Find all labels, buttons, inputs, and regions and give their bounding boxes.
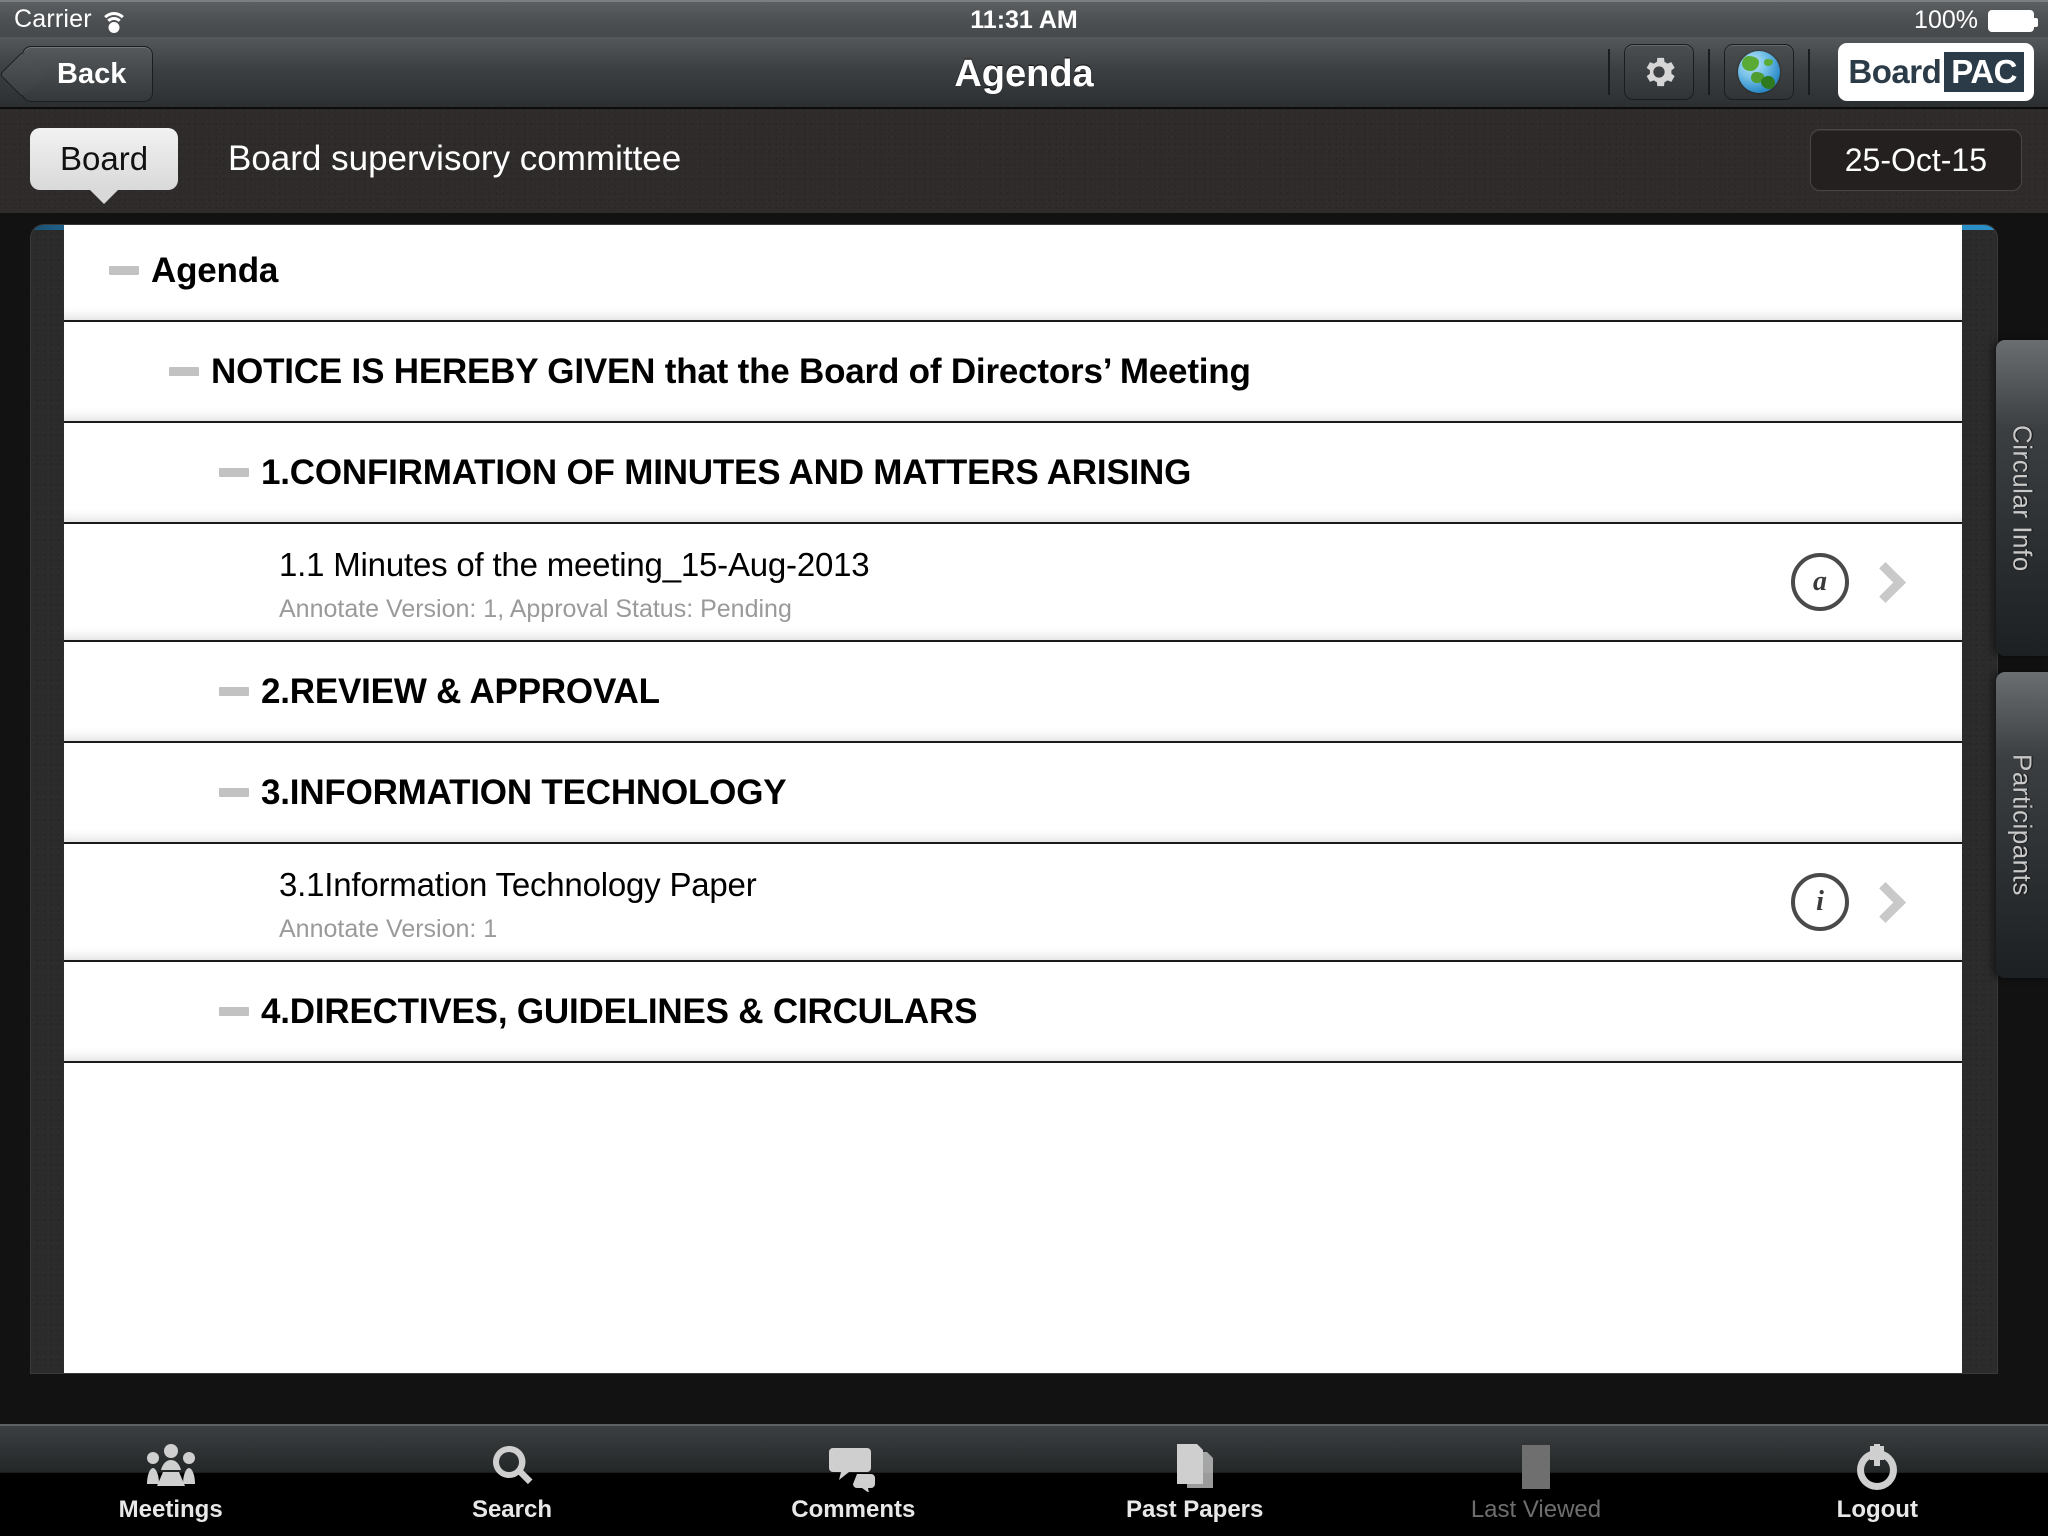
- sidebar-item-circular-info-label: Circular Info: [2007, 424, 2038, 572]
- agenda-document-title: 1.1 Minutes of the meeting_15-Aug-2013: [279, 546, 870, 583]
- agenda-document-actions: a: [1791, 553, 1907, 611]
- toolbar-item-search-label: Search: [471, 1496, 553, 1523]
- annotation-at-icon[interactable]: a: [1791, 553, 1849, 611]
- agenda-header-title: 4.DIRECTIVES, GUIDELINES & CIRCULARS: [261, 991, 978, 1031]
- agenda-document-actions: i: [1791, 873, 1907, 931]
- collapse-dash-icon: [219, 788, 249, 797]
- agenda-header-row[interactable]: Agenda: [64, 225, 1962, 322]
- meeting-date-label: 25-Oct-15: [1844, 141, 1987, 178]
- sidebar-item-participants-label: Participants: [2007, 754, 2038, 896]
- toolbar-item-last-viewed-label: Last Viewed: [1470, 1496, 1602, 1523]
- toolbar-item-last-viewed: Last Viewed: [1365, 1426, 1706, 1536]
- agenda-document-row[interactable]: 3.1Information Technology Paper Annotate …: [64, 844, 1962, 962]
- brand-logo-pac: PAC: [1944, 52, 2024, 92]
- agenda-document-body: 1.1 Minutes of the meeting_15-Aug-2013 An…: [64, 524, 1962, 624]
- brand-logo: Board PAC: [1838, 43, 2034, 101]
- breadcrumb-tab-label: Board: [60, 140, 149, 177]
- agenda-document-subtitle: Annotate Version: 1, Approval Status: Pe…: [279, 595, 792, 623]
- documents-icon: [1169, 1438, 1221, 1492]
- toolbar-item-meetings-label: Meetings: [118, 1496, 223, 1523]
- bookmark-icon: [1510, 1438, 1562, 1492]
- language-button[interactable]: [1724, 44, 1795, 100]
- search-icon: [486, 1438, 538, 1492]
- battery-percent-label: 100%: [1914, 6, 1978, 34]
- gear-icon: [1647, 57, 1676, 87]
- divider: [1808, 49, 1811, 95]
- collapse-dash-icon: [109, 266, 139, 275]
- globe-icon: [1738, 51, 1781, 93]
- status-bar-right: 100%: [1914, 6, 2038, 35]
- divider: [1608, 49, 1611, 95]
- agenda-header-title: 1.CONFIRMATION OF MINUTES AND MATTERS AR…: [261, 452, 1192, 492]
- agenda-document-subtitle: Annotate Version: 1: [279, 915, 498, 943]
- bottom-toolbar: Meetings Search Comments Past Papers Last Vi…: [0, 1424, 2048, 1536]
- navigation-bar: Back Agenda Board PAC: [0, 37, 2048, 109]
- comment-icon: [827, 1438, 879, 1492]
- meeting-date-badge[interactable]: 25-Oct-15: [1809, 129, 2022, 191]
- committee-name: Board supervisory committee: [228, 139, 682, 178]
- agenda-document-body: 3.1Information Technology Paper Annotate …: [64, 844, 1962, 944]
- agenda-header-row[interactable]: 2.REVIEW & APPROVAL: [64, 642, 1962, 743]
- sidebar-item-participants[interactable]: Participants: [1996, 672, 2048, 978]
- agenda-document-row[interactable]: 1.1 Minutes of the meeting_15-Aug-2013 An…: [64, 524, 1962, 642]
- toolbar-item-past-papers[interactable]: Past Papers: [1024, 1426, 1365, 1536]
- breadcrumb-tab-board[interactable]: Board: [30, 128, 179, 190]
- toolbar-item-comments[interactable]: Comments: [683, 1426, 1024, 1536]
- agenda-header-row[interactable]: 4.DIRECTIVES, GUIDELINES & CIRCULARS: [64, 962, 1962, 1063]
- toolbar-item-logout-label: Logout: [1836, 1496, 1918, 1523]
- status-bar-time: 11:31 AM: [970, 6, 1078, 34]
- chevron-right-icon[interactable]: [1864, 561, 1907, 603]
- divider: [1708, 49, 1711, 95]
- toolbar-item-meetings[interactable]: Meetings: [0, 1426, 341, 1536]
- agenda-header-title: 2.REVIEW & APPROVAL: [261, 671, 660, 711]
- info-circle-icon[interactable]: i: [1791, 873, 1849, 931]
- agenda-header-row[interactable]: NOTICE IS HEREBY GIVEN that the Board of…: [64, 322, 1962, 423]
- collapse-dash-icon: [219, 1007, 249, 1016]
- collapse-dash-icon: [219, 687, 249, 696]
- collapse-dash-icon: [219, 468, 249, 477]
- sidebar-item-circular-info[interactable]: Circular Info: [1996, 340, 2048, 656]
- agenda-header-title: 3.INFORMATION TECHNOLOGY: [261, 772, 787, 812]
- agenda-header-row[interactable]: 1.CONFIRMATION OF MINUTES AND MATTERS AR…: [64, 423, 1962, 524]
- meetings-icon: [145, 1438, 197, 1492]
- brand-logo-board: Board: [1848, 53, 1942, 90]
- app-screen: Carrier 11:31 AM 100% Back Agenda Board …: [0, 0, 2048, 1536]
- toolbar-item-search[interactable]: Search: [341, 1426, 682, 1536]
- agenda-header-row[interactable]: 3.INFORMATION TECHNOLOGY: [64, 743, 1962, 844]
- toolbar-item-logout[interactable]: Logout: [1707, 1426, 2048, 1536]
- toolbar-item-comments-label: Comments: [791, 1496, 916, 1523]
- navigation-bar-actions: Board PAC: [1594, 37, 2034, 107]
- collapse-dash-icon: [169, 367, 199, 376]
- status-bar: Carrier 11:31 AM 100%: [0, 0, 2048, 37]
- toolbar-item-past-papers-label: Past Papers: [1125, 1496, 1264, 1523]
- chevron-right-icon[interactable]: [1864, 881, 1907, 923]
- agenda-header-title: NOTICE IS HEREBY GIVEN that the Board of…: [211, 351, 1251, 391]
- agenda-header-title: Agenda: [151, 250, 279, 290]
- agenda-list: Agenda NOTICE IS HEREBY GIVEN that the Bo…: [64, 225, 1962, 1373]
- power-icon: [1851, 1438, 1903, 1492]
- breadcrumb: Board Board supervisory committee 25-Oct…: [0, 109, 2048, 213]
- agenda-document-title: 3.1Information Technology Paper: [279, 866, 757, 903]
- battery-full-icon: [1988, 9, 2038, 32]
- agenda-panel: Agenda NOTICE IS HEREBY GIVEN that the Bo…: [30, 224, 1998, 1374]
- settings-button[interactable]: [1624, 44, 1695, 100]
